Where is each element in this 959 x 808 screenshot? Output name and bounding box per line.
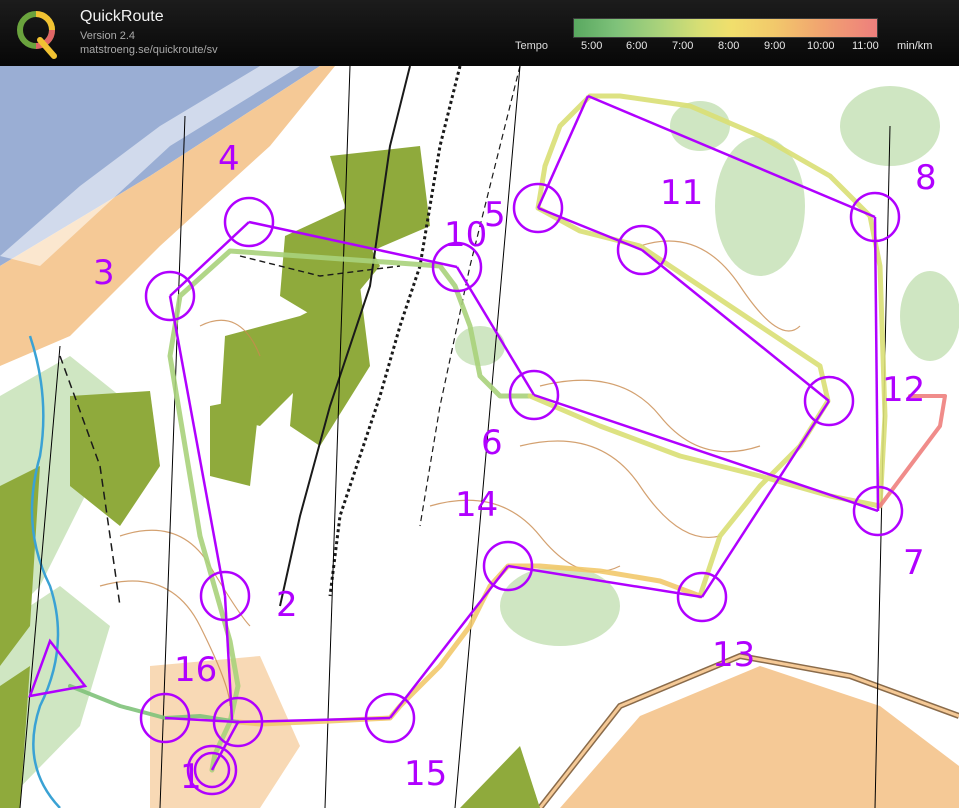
- control-number-2: 2: [276, 585, 298, 625]
- tempo-tick: 5:00: [581, 40, 603, 52]
- tempo-tick: 9:00: [764, 40, 786, 52]
- control-number-13: 13: [712, 635, 755, 675]
- control-number-7: 7: [903, 543, 925, 583]
- control-number-16: 16: [174, 650, 217, 690]
- quickroute-logo-icon: [17, 11, 57, 59]
- tempo-tick: 11:00: [852, 40, 879, 52]
- control-number-10: 10: [444, 215, 487, 255]
- control-number-12: 12: [882, 370, 925, 410]
- vegetation-patch: [900, 271, 959, 361]
- control-number-6: 6: [481, 423, 503, 463]
- app-title: QuickRoute: [80, 8, 164, 25]
- tempo-tick: 7:00: [672, 40, 694, 52]
- tempo-unit: min/km: [897, 40, 933, 52]
- tempo-label: Tempo: [515, 40, 549, 52]
- app-url: matstroeng.se/quickroute/sv: [80, 44, 218, 56]
- tempo-tick: 8:00: [718, 40, 740, 52]
- app-version: Version 2.4: [80, 30, 136, 42]
- control-number-15: 15: [404, 754, 447, 794]
- app-header: QuickRoute Version 2.4 matstroeng.se/qui…: [0, 0, 959, 67]
- orienteering-map[interactable]: 1 2 3 4 5 6 7 8 10 11 12 13 14 15 16: [0, 66, 959, 808]
- vegetation-patch: [500, 566, 620, 646]
- control-number-4: 4: [218, 139, 240, 179]
- control-number-1: 1: [180, 757, 202, 797]
- control-number-11: 11: [660, 173, 703, 213]
- control-number-3: 3: [93, 253, 115, 293]
- control-number-14: 14: [455, 485, 498, 525]
- tempo-color-scale: [573, 18, 878, 38]
- control-number-8: 8: [915, 158, 937, 198]
- tempo-tick: 6:00: [626, 40, 648, 52]
- vegetation-patch: [715, 136, 805, 276]
- tempo-tick-labels: 5:00 6:00 7:00 8:00 9:00 10:00 11:00: [575, 40, 915, 54]
- tempo-tick: 10:00: [807, 40, 835, 52]
